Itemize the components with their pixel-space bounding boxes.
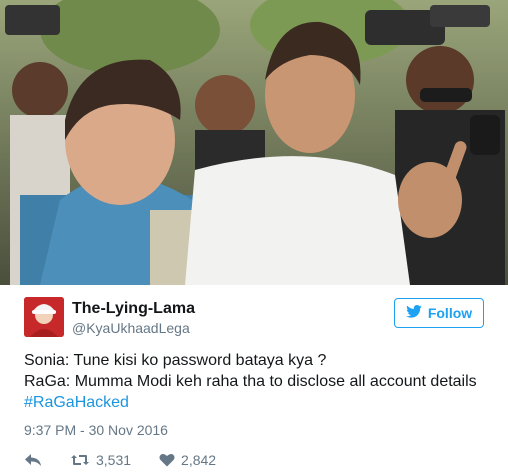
tweet-timestamp[interactable]: 9:37 PM - 30 Nov 2016 xyxy=(24,421,168,439)
hashtag-link[interactable]: #RaGaHacked xyxy=(24,392,494,413)
photo-illustration xyxy=(0,0,508,285)
avatar[interactable] xyxy=(24,297,64,337)
display-name[interactable]: The-Lying-Lama xyxy=(72,299,195,319)
like-button[interactable]: 2,842 xyxy=(159,452,216,468)
reply-button[interactable] xyxy=(24,453,42,467)
follow-label: Follow xyxy=(427,305,473,321)
reply-icon xyxy=(24,453,42,467)
twitter-bird-icon xyxy=(406,305,422,321)
tweet-text: Sonia: Tune kisi ko password bataya kya … xyxy=(24,350,494,413)
retweet-icon xyxy=(70,453,90,467)
like-count: 2,842 xyxy=(181,452,217,468)
user-handle[interactable]: @KyaUkhaadLega xyxy=(72,319,195,337)
user-names: The-Lying-Lama @KyaUkhaadLega xyxy=(72,299,195,337)
tweet-line-1: Sonia: Tune kisi ko password bataya kya … xyxy=(24,352,327,369)
retweet-count: 3,531 xyxy=(96,452,132,468)
tweet-actions: 3,531 2,842 xyxy=(24,450,244,470)
avatar-image xyxy=(24,297,64,337)
follow-button[interactable]: Follow xyxy=(394,298,484,328)
tweet-card: The-Lying-Lama @KyaUkhaadLega Follow Son… xyxy=(0,0,508,473)
tweet-header: The-Lying-Lama @KyaUkhaadLega Follow xyxy=(24,297,484,341)
tweet-photo[interactable] xyxy=(0,0,508,285)
retweet-button[interactable]: 3,531 xyxy=(70,452,131,468)
tweet-line-2: RaGa: Mumma Modi keh raha tha to disclos… xyxy=(24,373,477,390)
heart-icon xyxy=(159,453,175,467)
